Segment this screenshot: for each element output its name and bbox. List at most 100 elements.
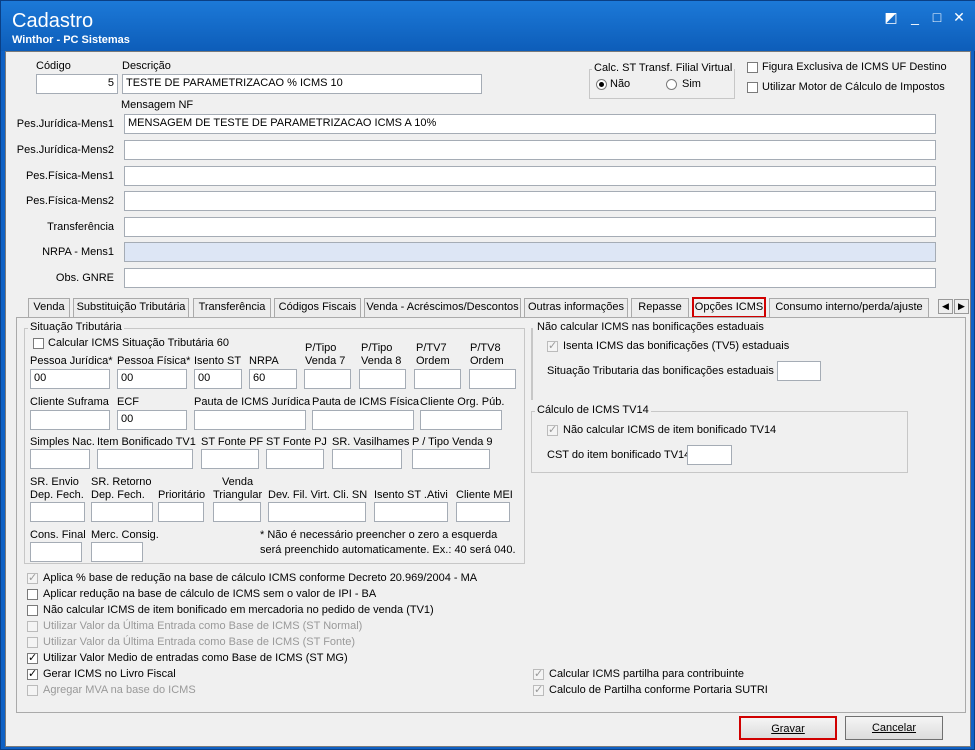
option-label: Utilizar Valor da Última Entrada como Ba… (43, 636, 355, 648)
customize-icon[interactable]: ◩ (883, 10, 899, 24)
tab-codigos-fiscais[interactable]: Códigos Fiscais (274, 298, 361, 317)
prior-input[interactable] (158, 502, 204, 522)
partilha-label: Calcular ICMS partilha para contribuinte (549, 668, 745, 680)
figura-checkbox[interactable] (747, 62, 758, 73)
minimize-icon[interactable]: _ (907, 10, 923, 24)
calc60-checkbox[interactable] (33, 338, 44, 349)
pauta-j-label: Pauta de ICMS Jurídica (194, 396, 311, 408)
vtri-label: Venda Triangular (213, 476, 263, 501)
orgpub-input[interactable] (420, 410, 502, 430)
cst-label: CST do item bonificado TV14 (547, 449, 691, 461)
consf-input[interactable] (30, 542, 82, 562)
tab-substituicao[interactable]: Substituição Tributária (73, 298, 189, 317)
main-window: Cadastro Winthor - PC Sistemas ◩ _ □ ✕ C… (0, 0, 975, 750)
option-checkbox[interactable] (27, 571, 38, 584)
pf-input[interactable]: 00 (117, 369, 187, 389)
simples-label: Simples Nac. (30, 436, 95, 448)
option-checkbox[interactable] (27, 637, 38, 648)
srvas-label: SR. Vasilhames (332, 436, 410, 448)
motor-label: Utilizar Motor de Cálculo de Impostos (762, 81, 945, 93)
window-title: Cadastro (12, 10, 94, 32)
descricao-input[interactable]: TESTE DE PARAMETRIZACAO % ICMS 10 (122, 74, 482, 94)
tab-opcoes-icms[interactable]: Opções ICMS (692, 297, 766, 318)
devfil-label: Dev. Fil. Virt. Cli. SN (268, 489, 368, 501)
isento-input[interactable]: 00 (194, 369, 242, 389)
simples-input[interactable] (30, 449, 90, 469)
tv14-title: Cálculo de ICMS TV14 (535, 404, 651, 416)
devfil-input[interactable] (268, 502, 366, 522)
option-label: Aplica % base de redução na base de cálc… (43, 572, 478, 584)
cancelar-button[interactable]: Cancelar (845, 716, 943, 740)
option-checkbox[interactable] (27, 589, 38, 600)
tab-venda[interactable]: Venda (28, 298, 70, 317)
ptv8o-input[interactable] (469, 369, 516, 389)
ptv7-input[interactable] (304, 369, 351, 389)
sim-radio[interactable] (666, 79, 677, 90)
suframa-input[interactable] (30, 410, 110, 430)
tab-outras-informacoes[interactable]: Outras informações (524, 298, 628, 317)
tab-transferencia[interactable]: Transferência (193, 298, 271, 317)
pauta-j-input[interactable] (194, 410, 306, 430)
codigo-label: Código (36, 60, 71, 72)
pauta-f-input[interactable] (312, 410, 414, 430)
srvas-input[interactable] (332, 449, 402, 469)
msg-label: Obs. GNRE (55, 272, 114, 284)
nao-radio[interactable] (596, 79, 607, 90)
msg-input[interactable] (124, 140, 936, 160)
msg-input[interactable] (124, 217, 936, 237)
ptv8-input[interactable] (359, 369, 406, 389)
ptv7o-label: P/TV7 Ordem (416, 342, 450, 367)
cst-input[interactable] (687, 445, 732, 465)
srret-input[interactable] (91, 502, 153, 522)
option-label: Aplicar redução na base de cálculo de IC… (43, 588, 377, 600)
stpj-input[interactable] (266, 449, 324, 469)
close-icon[interactable]: ✕ (951, 10, 967, 24)
msg-label: Pes.Jurídica-Mens2 (16, 144, 114, 156)
msg-input[interactable] (124, 166, 936, 186)
ptv9-input[interactable] (412, 449, 490, 469)
tab-scroll-left-icon[interactable]: ◀ (938, 299, 953, 314)
isenta-checkbox[interactable] (547, 339, 558, 352)
itbon-label: Item Bonificado TV1 (97, 436, 196, 448)
stpf-input[interactable] (201, 449, 259, 469)
mercc-input[interactable] (91, 542, 143, 562)
tab-repasse[interactable]: Repasse (631, 298, 689, 317)
msg-input[interactable] (124, 268, 936, 288)
msg-input[interactable] (124, 191, 936, 211)
pj-input[interactable]: 00 (30, 369, 110, 389)
partilha-checkbox[interactable] (533, 667, 544, 680)
maximize-icon[interactable]: □ (929, 10, 945, 24)
gravar-button[interactable]: Gravar (739, 716, 837, 740)
sutri-checkbox[interactable] (533, 683, 544, 696)
codigo-input[interactable]: 5 (36, 74, 118, 94)
ecf-label: ECF (117, 396, 139, 408)
option-checkbox[interactable] (27, 667, 38, 680)
srenv-label: SR. Envio Dep. Fech. (30, 476, 84, 501)
ecf-input[interactable]: 00 (117, 410, 187, 430)
msg-input[interactable]: MENSAGEM DE TESTE DE PARAMETRIZACAO ICMS… (124, 114, 936, 134)
stpj-label: ST Fonte PJ (266, 436, 327, 448)
isativ-input[interactable] (374, 502, 448, 522)
ptv7o-input[interactable] (414, 369, 461, 389)
orgpub-label: Cliente Org. Púb. (420, 396, 505, 408)
sit-bonif-input[interactable] (777, 361, 821, 381)
option-checkbox[interactable] (27, 651, 38, 664)
tv14-checkbox[interactable] (547, 423, 558, 436)
tab-consumo-interno[interactable]: Consumo interno/perda/ajuste (769, 298, 929, 317)
motor-checkbox[interactable] (747, 82, 758, 93)
mei-input[interactable] (456, 502, 510, 522)
msg-label: Pes.Jurídica-Mens1 (16, 118, 114, 130)
option-checkbox[interactable] (27, 621, 38, 632)
isenta-label: Isenta ICMS das bonificações (TV5) estad… (563, 340, 790, 352)
tab-venda-acrescimos[interactable]: Venda - Acréscimos/Descontos (364, 298, 521, 317)
figura-label: Figura Exclusiva de ICMS UF Destino (762, 61, 947, 73)
ptv8o-label: P/TV8 Ordem (470, 342, 504, 367)
itbon-input[interactable] (97, 449, 193, 469)
nrpa-input[interactable]: 60 (249, 369, 297, 389)
msg-input[interactable] (124, 242, 936, 262)
option-checkbox[interactable] (27, 685, 38, 696)
srenv-input[interactable] (30, 502, 85, 522)
option-checkbox[interactable] (27, 605, 38, 616)
vtri-input[interactable] (213, 502, 261, 522)
tab-scroll-right-icon[interactable]: ▶ (954, 299, 969, 314)
